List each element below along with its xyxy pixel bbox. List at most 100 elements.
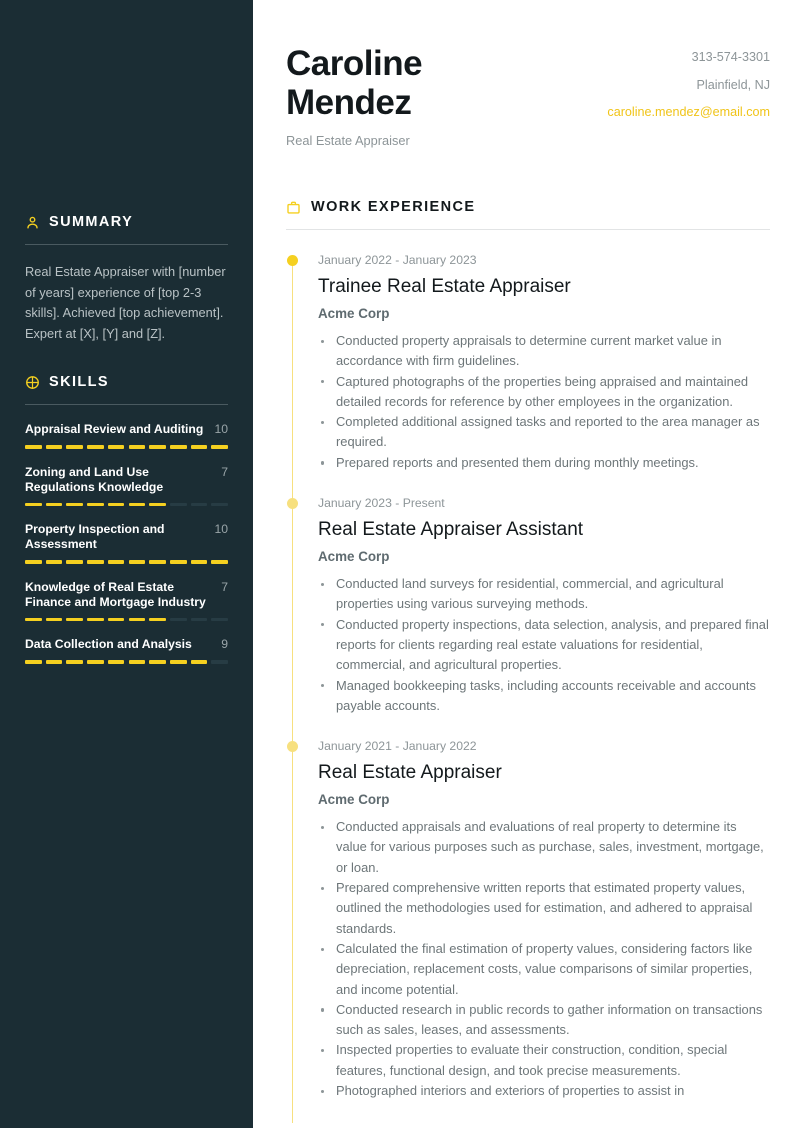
- skill-item: Appraisal Review and Auditing 10: [25, 422, 228, 449]
- job-date: January 2022 - January 2023: [318, 253, 477, 267]
- skill-segment: [25, 560, 42, 564]
- skill-segment: [66, 617, 83, 622]
- summary-header: SUMMARY: [25, 214, 228, 244]
- skills-section: SKILLS Appraisal Review and Auditing 10 …: [25, 374, 228, 664]
- skill-segment: [190, 617, 208, 622]
- skill-segment: [149, 502, 166, 507]
- sidebar: SUMMARY Real Estate Appraiser with [numb…: [0, 0, 253, 1128]
- skill-segment: [87, 617, 104, 622]
- job-bullet: Conducted land surveys for residential, …: [318, 574, 770, 615]
- skill-segment: [128, 502, 146, 507]
- skills-title: SKILLS: [49, 374, 109, 390]
- work-experience-header: WORK EXPERIENCE: [286, 199, 770, 229]
- job-entry: January 2021 - January 2022 Real Estate …: [286, 738, 770, 1124]
- job-bullet-list: Conducted property appraisals to determi…: [318, 331, 770, 473]
- skill-segment: [149, 560, 166, 564]
- job-bullet-list: Conducted appraisals and evaluations of …: [318, 817, 770, 1101]
- candidate-name: Caroline Mendez: [286, 44, 423, 122]
- skill-segment: [66, 445, 83, 449]
- skill-segment: [170, 445, 187, 449]
- timeline-line: [291, 499, 294, 749]
- contact-location: Plainfield, NJ: [696, 77, 771, 92]
- skill-rating-bar: [25, 617, 228, 622]
- skill-segment: [45, 445, 63, 449]
- skill-name: Zoning and Land Use Regulations Knowledg…: [25, 464, 164, 494]
- skill-score: 10: [214, 522, 228, 537]
- resume-page: SUMMARY Real Estate Appraiser with [numb…: [0, 0, 800, 1128]
- skill-segment: [87, 445, 104, 449]
- skill-segment: [149, 660, 166, 664]
- contact-phone: 313-574-3301: [691, 50, 770, 64]
- work-experience-title: WORK EXPERIENCE: [311, 199, 476, 215]
- resume-header: Caroline Mendez Real Estate Appraiser 31…: [286, 44, 770, 148]
- job-company: Acme Corp: [318, 549, 390, 565]
- job-entry: January 2022 - January 2023 Trainee Real…: [286, 252, 770, 506]
- work-experience-section: WORK EXPERIENCE January 2022 - January 2…: [286, 199, 770, 1124]
- skill-rating-bar: [25, 445, 228, 449]
- skill-segment: [170, 502, 187, 507]
- skill-rating-bar: [25, 560, 228, 564]
- briefcase-icon: [286, 200, 301, 215]
- skill-segment: [25, 445, 42, 449]
- skill-segment: [211, 660, 228, 664]
- skill-score: 7: [221, 579, 228, 594]
- skill-name: Property Inspection and Assessment: [25, 522, 165, 552]
- summary-section: SUMMARY Real Estate Appraiser with [numb…: [25, 214, 228, 344]
- skill-score: 10: [214, 422, 228, 436]
- skill-segment: [45, 560, 63, 564]
- skill-score: 9: [221, 637, 228, 652]
- job-company: Acme Corp: [318, 792, 390, 808]
- skill-segment: [107, 445, 125, 449]
- skill-segment: [66, 660, 83, 664]
- skill-item: Knowledge of Real Estate Finance and Mor…: [25, 580, 228, 622]
- timeline-dot: [287, 255, 298, 266]
- skill-segment: [45, 502, 63, 507]
- skill-segment: [107, 617, 125, 622]
- skill-segment: [170, 560, 187, 564]
- timeline-line: [291, 256, 294, 506]
- skill-segment: [87, 660, 104, 664]
- job-bullet: Inspected properties to evaluate their c…: [318, 1040, 770, 1081]
- skill-item: Data Collection and Analysis 9: [25, 637, 228, 664]
- job-title: Real Estate Appraiser Assistant: [318, 519, 584, 541]
- skill-rating-bar: [25, 502, 228, 507]
- skill-segment: [107, 502, 125, 507]
- skill-segment: [25, 660, 42, 664]
- skill-segment: [190, 660, 208, 664]
- identity-block: Caroline Mendez Real Estate Appraiser: [286, 44, 526, 148]
- skill-segment: [128, 617, 146, 622]
- summary-divider: [25, 244, 228, 245]
- main-content: Caroline Mendez Real Estate Appraiser 31…: [253, 0, 800, 1128]
- summary-title: SUMMARY: [49, 214, 134, 230]
- skill-segment: [190, 560, 208, 564]
- skill-segment: [190, 502, 208, 507]
- job-bullet: Prepared reports and presented them duri…: [318, 453, 770, 473]
- timeline-line: [291, 742, 294, 1124]
- skill-segment: [87, 502, 104, 507]
- user-icon: [25, 215, 40, 230]
- skill-segment: [170, 617, 187, 622]
- job-bullet: Calculated the final estimation of prope…: [318, 939, 770, 1000]
- skill-name: Data Collection and Analysis: [25, 637, 192, 652]
- job-bullet: Conducted appraisals and evaluations of …: [318, 817, 770, 878]
- skill-segment: [211, 560, 228, 564]
- skill-segment: [190, 445, 208, 449]
- skill-segment: [87, 560, 104, 564]
- skill-rating-bar: [25, 660, 228, 664]
- skill-segment: [66, 560, 83, 564]
- skill-item: Zoning and Land Use Regulations Knowledg…: [25, 465, 228, 507]
- skill-segment: [107, 660, 125, 664]
- job-bullet: Completed additional assigned tasks and …: [318, 412, 770, 453]
- skill-segment: [211, 617, 228, 622]
- skills-list: Appraisal Review and Auditing 10 Zoning …: [25, 422, 228, 664]
- timeline-dot: [287, 498, 298, 510]
- job-title: Real Estate Appraiser: [318, 762, 502, 784]
- skill-segment: [107, 560, 125, 564]
- skill-segment: [25, 617, 42, 622]
- contact-email[interactable]: caroline.mendez@email.com: [607, 105, 770, 120]
- skill-segment: [45, 660, 63, 664]
- skill-segment: [211, 445, 228, 449]
- candidate-role: Real Estate Appraiser: [286, 133, 410, 148]
- skills-divider: [25, 404, 228, 405]
- job-date: January 2021 - January 2022: [318, 739, 477, 754]
